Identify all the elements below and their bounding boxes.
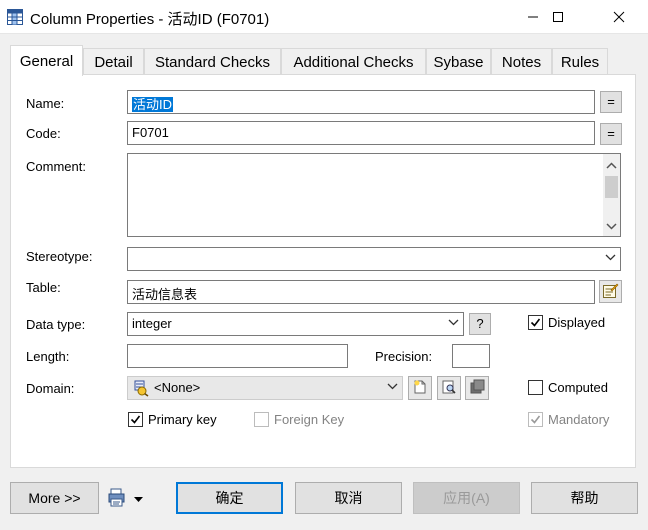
tab-detail[interactable]: Detail xyxy=(83,48,144,75)
tab-sybase[interactable]: Sybase xyxy=(426,48,491,75)
length-input[interactable] xyxy=(127,344,348,368)
code-input[interactable]: F0701 xyxy=(127,121,595,145)
foreign-key-checkbox xyxy=(254,412,269,427)
tab-standard-checks[interactable]: Standard Checks xyxy=(144,48,281,75)
scroll-up-icon[interactable] xyxy=(606,162,617,169)
primary-key-checkbox[interactable] xyxy=(128,412,143,427)
domain-combo[interactable]: <None> xyxy=(127,376,403,400)
datatype-label: Data type: xyxy=(26,317,86,332)
datatype-help-button[interactable]: ? xyxy=(469,313,491,335)
maximize-icon xyxy=(552,11,564,23)
code-name-sync-button[interactable]: = xyxy=(600,123,622,145)
comment-textarea[interactable] xyxy=(127,153,621,237)
apply-button: 应用(A) xyxy=(413,482,520,514)
tab-strip: General Detail Standard Checks Additiona… xyxy=(10,45,636,76)
title-bar: Column Properties - 活动ID (F0701) xyxy=(0,0,648,34)
stereotype-label: Stereotype: xyxy=(26,249,93,264)
name-value: 活动ID xyxy=(132,97,174,112)
properties-icon xyxy=(469,379,485,398)
caret-down-icon xyxy=(134,491,143,506)
computed-checkbox[interactable] xyxy=(528,380,543,395)
table-field: 活动信息表 xyxy=(127,280,595,304)
tab-general[interactable]: General xyxy=(10,45,83,76)
browse-icon xyxy=(441,379,457,398)
domain-label: Domain: xyxy=(26,381,75,396)
tab-rules[interactable]: Rules xyxy=(552,48,608,75)
checkmark-icon xyxy=(530,318,541,327)
new-object-icon xyxy=(412,379,428,398)
more-button[interactable]: More >> xyxy=(10,482,99,514)
table-properties-button[interactable] xyxy=(599,280,622,303)
chevron-down-icon xyxy=(448,319,459,326)
length-label: Length: xyxy=(26,349,70,364)
domain-value: <None> xyxy=(154,380,201,395)
computed-label: Computed xyxy=(548,380,608,395)
print-icon xyxy=(106,486,128,511)
chevron-down-icon xyxy=(605,254,616,261)
precision-label: Precision: xyxy=(375,349,433,364)
mandatory-checkbox xyxy=(528,412,543,427)
datatype-value: integer xyxy=(132,316,172,331)
print-menu-button[interactable] xyxy=(106,484,150,512)
close-button[interactable] xyxy=(596,0,642,34)
cancel-button[interactable]: 取消 xyxy=(295,482,402,514)
foreign-key-label: Foreign Key xyxy=(274,412,345,427)
help-button[interactable]: 帮助 xyxy=(531,482,638,514)
primary-key-label: Primary key xyxy=(148,412,217,427)
maximize-button[interactable] xyxy=(535,0,581,34)
name-label: Name: xyxy=(26,96,65,111)
tab-additional-checks[interactable]: Additional Checks xyxy=(281,48,426,75)
window-title: Column Properties - 活动ID (F0701) xyxy=(30,11,270,28)
displayed-checkbox[interactable] xyxy=(528,315,543,330)
displayed-label: Displayed xyxy=(548,315,606,330)
checkmark-icon xyxy=(530,415,541,424)
tab-notes[interactable]: Notes xyxy=(491,48,552,75)
properties-icon xyxy=(602,282,619,302)
name-input[interactable]: 活动ID xyxy=(127,90,595,114)
scroll-thumb[interactable] xyxy=(605,176,618,198)
comment-scrollbar[interactable] xyxy=(603,154,620,236)
column-properties-icon xyxy=(7,9,23,25)
stereotype-combo[interactable] xyxy=(127,247,621,271)
datatype-combo[interactable]: integer xyxy=(127,312,464,336)
domain-icon xyxy=(133,380,150,400)
ok-button[interactable]: 确定 xyxy=(176,482,283,514)
code-label: Code: xyxy=(26,126,61,141)
create-domain-button[interactable] xyxy=(408,376,432,400)
chevron-down-icon xyxy=(387,383,398,390)
scroll-down-icon[interactable] xyxy=(606,223,617,230)
select-domain-button[interactable] xyxy=(437,376,461,400)
domain-properties-button[interactable] xyxy=(465,376,489,400)
precision-input[interactable] xyxy=(452,344,490,368)
close-icon xyxy=(613,11,625,23)
table-label: Table: xyxy=(26,280,61,295)
checkmark-icon xyxy=(130,415,141,424)
comment-label: Comment: xyxy=(26,159,86,174)
mandatory-label: Mandatory xyxy=(548,412,610,427)
name-code-sync-button[interactable]: = xyxy=(600,91,622,113)
